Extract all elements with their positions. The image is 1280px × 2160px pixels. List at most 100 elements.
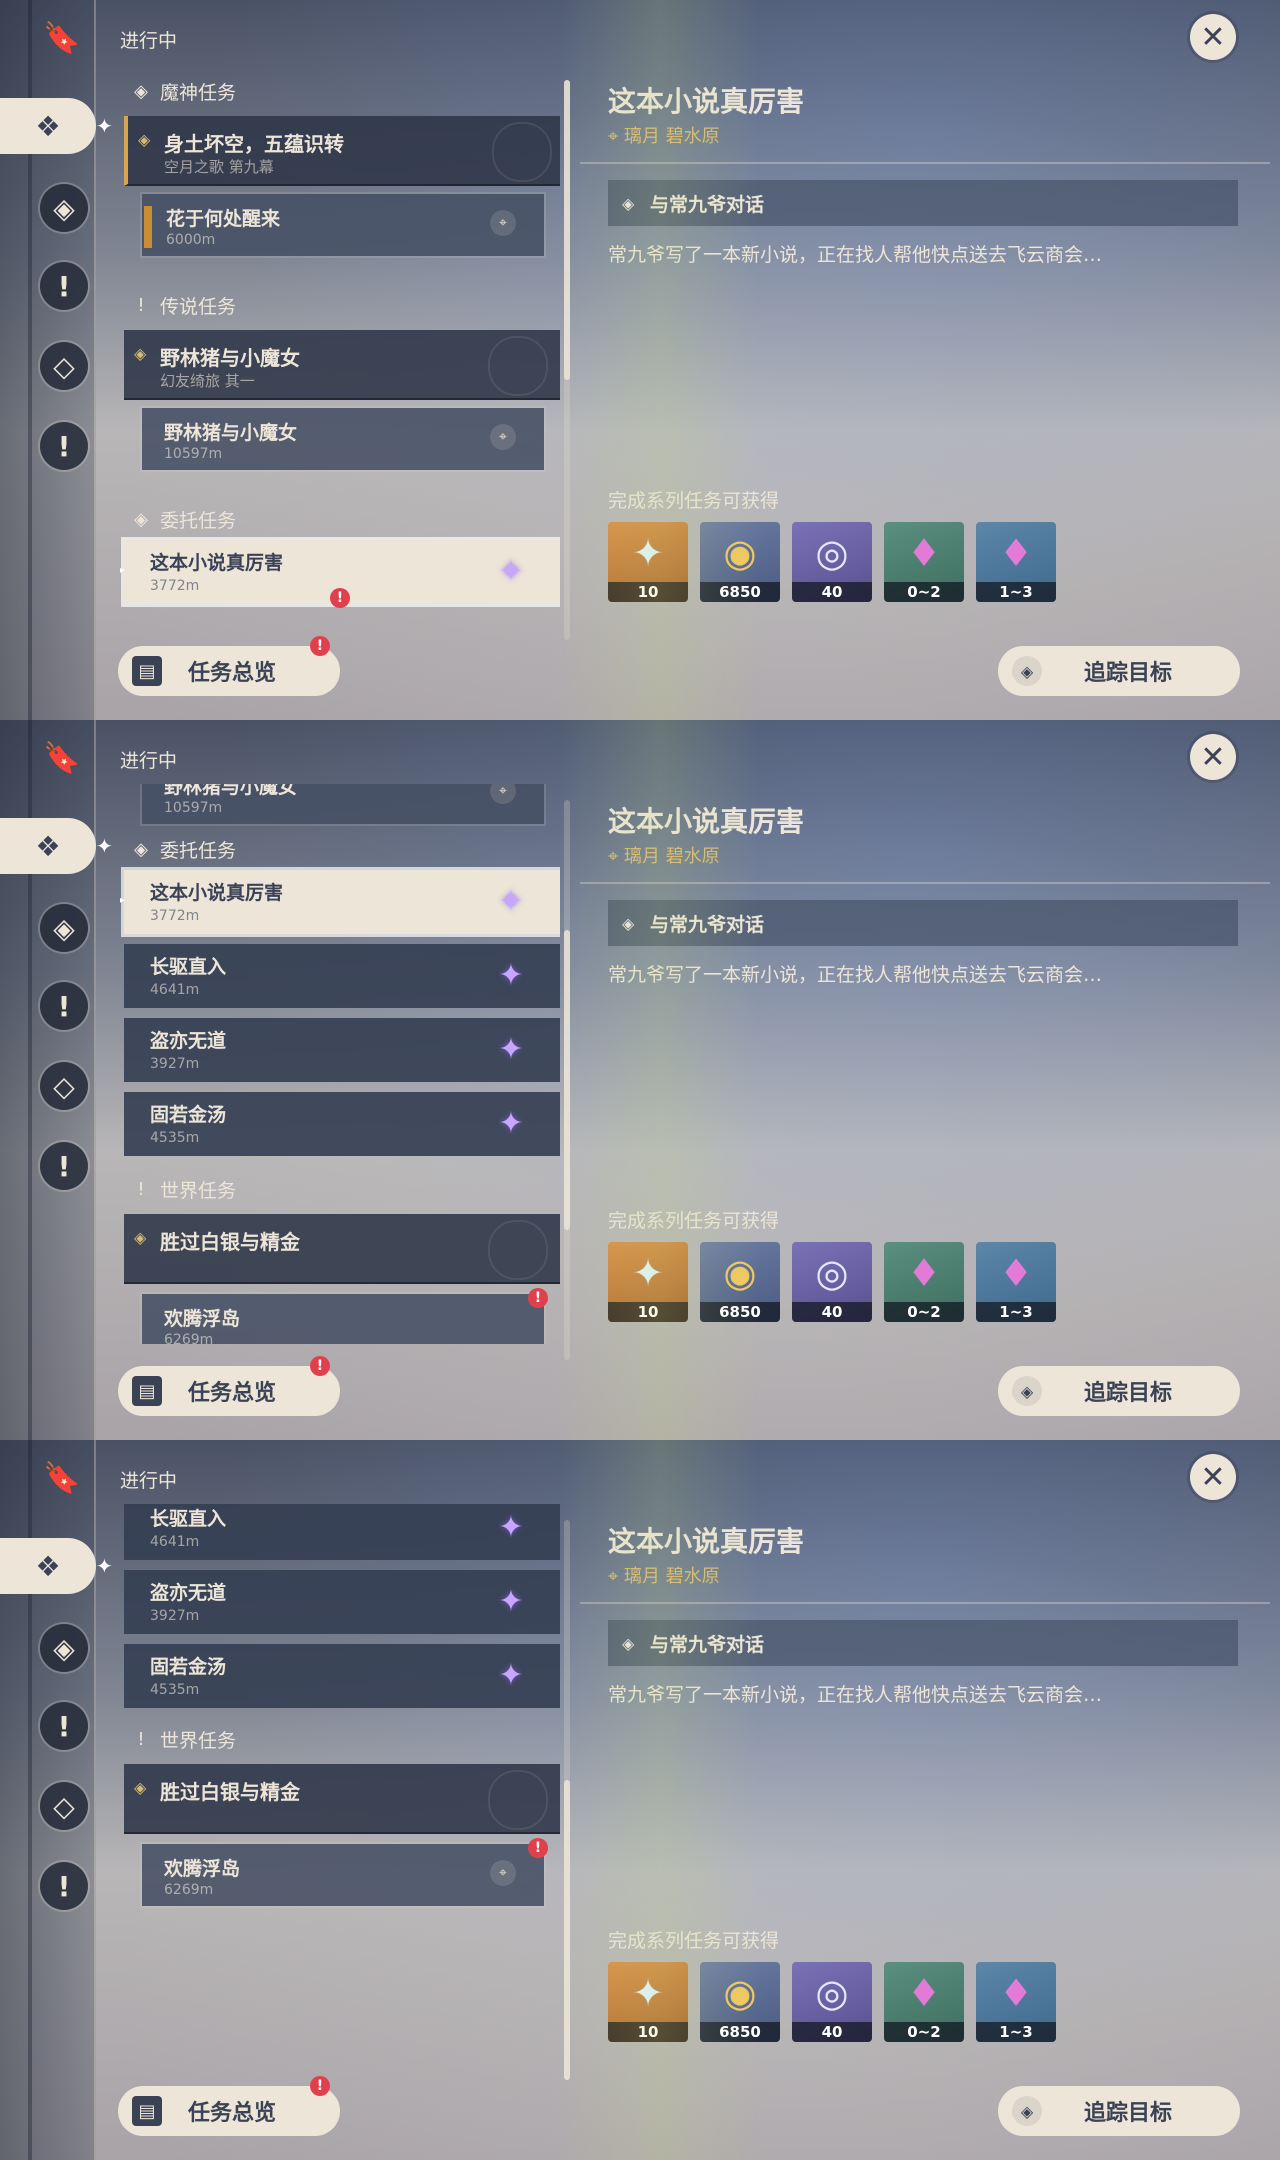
location-pin-icon: ⌖: [608, 126, 624, 147]
reward-count: 10: [608, 2022, 688, 2042]
quest-step: ◈ 与常九爷对话: [608, 900, 1238, 946]
reward-count: 6850: [700, 582, 780, 602]
quest-series-world[interactable]: ◈ 胜过白银与精金: [124, 1214, 560, 1284]
quest-distance: 3927m: [150, 1056, 200, 1072]
scrollbar[interactable]: [564, 1520, 570, 2080]
quest-item-archon[interactable]: 花于何处醒来 6000m ⌖: [142, 194, 544, 256]
quest-title: 欢腾浮岛: [164, 1858, 241, 1880]
rail-tab-legend[interactable]: !: [40, 1702, 88, 1750]
quest-series-legend[interactable]: ◈ 野林猪与小魔女 幻友绮旅 其一: [124, 330, 560, 400]
quest-item-world[interactable]: 欢腾浮岛 6269m: [142, 1294, 544, 1344]
quest-detail-title: 这本小说真厉害: [608, 1525, 805, 1558]
reward-adventure-exp[interactable]: ◎ 40: [792, 522, 872, 602]
scroll-thumb[interactable]: [564, 1780, 570, 2080]
reward-crystal-cluster[interactable]: ♦ 1~3: [976, 1962, 1056, 2042]
scrollbar[interactable]: [564, 80, 570, 640]
diamond-icon: ◈: [1012, 656, 1042, 686]
exclaim-icon: !: [57, 1149, 71, 1183]
commission-item[interactable]: 固若金汤 4535m ✦: [124, 1092, 560, 1156]
reward-crystal-cluster[interactable]: ♦ 1~3: [976, 1242, 1056, 1322]
rail-tab-archon[interactable]: ◈: [40, 184, 88, 232]
adventure-exp-icon: ◎: [815, 1251, 849, 1295]
commission-item[interactable]: 固若金汤 4535m ✦: [124, 1644, 560, 1708]
reward-primogem[interactable]: ✦ 10: [608, 1962, 688, 2042]
rail-tab-exclaim[interactable]: !: [40, 1862, 88, 1910]
alert-badge: !: [310, 2076, 330, 2096]
quest-overview-button[interactable]: ▤ 任务总览: [118, 2086, 340, 2136]
commission-item[interactable]: 盗亦无道 3927m ✦: [124, 1018, 560, 1082]
series-title: 胜过白银与精金: [160, 1780, 300, 1804]
commission-item[interactable]: 盗亦无道 3927m ✦: [124, 1570, 560, 1634]
reward-adventure-exp[interactable]: ◎ 40: [792, 1242, 872, 1322]
quest-series-world[interactable]: ◈ 胜过白银与精金: [124, 1764, 560, 1834]
reward-count: 0~2: [884, 582, 964, 602]
quest-series-archon[interactable]: ◈ 身土坏空，五蕴识转 空月之歌 第九幕: [124, 116, 560, 186]
legend-icon: !: [57, 269, 71, 303]
quest-item-legend[interactable]: 野林猪与小魔女 10597m ⌖: [142, 784, 544, 824]
rail-tab-exclaim[interactable]: !: [40, 1142, 88, 1190]
reward-primogem[interactable]: ✦ 10: [608, 522, 688, 602]
rail-tab-legend[interactable]: !: [40, 982, 88, 1030]
commission-icon: ◈: [134, 838, 148, 860]
rewards-label: 完成系列任务可获得: [608, 1930, 780, 1952]
quest-distance: 4535m: [150, 1682, 200, 1698]
reward-crystal[interactable]: ♦ 0~2: [884, 1962, 964, 2042]
track-target-button[interactable]: ◈ 追踪目标: [998, 1366, 1240, 1416]
reward-crystal-cluster[interactable]: ♦ 1~3: [976, 522, 1056, 602]
quest-overview-button[interactable]: ▤ 任务总览: [118, 1366, 340, 1416]
close-button[interactable]: ✕: [1190, 734, 1236, 780]
close-button[interactable]: ✕: [1190, 14, 1236, 60]
commission-item[interactable]: 长驱直入 4641m ✦: [124, 944, 560, 1008]
world-icon: ◇: [53, 349, 75, 383]
quest-detail-title: 这本小说真厉害: [608, 85, 805, 118]
reward-crystal[interactable]: ♦ 0~2: [884, 1242, 964, 1322]
location-pin-icon[interactable]: ⌖: [490, 1860, 516, 1886]
reward-mora[interactable]: ◉ 6850: [700, 1242, 780, 1322]
quest-title: 长驱直入: [150, 956, 227, 978]
reward-mora[interactable]: ◉ 6850: [700, 1962, 780, 2042]
scroll-thumb[interactable]: [564, 930, 570, 1230]
quest-item-world[interactable]: 欢腾浮岛 6269m ⌖: [142, 1844, 544, 1906]
diamond-icon: ◈: [622, 193, 635, 213]
divider: [580, 882, 1270, 884]
legend-icon: !: [57, 989, 71, 1023]
scroll-thumb[interactable]: [564, 80, 570, 380]
location-pin-icon[interactable]: ⌖: [490, 210, 516, 236]
rail-tab-archon[interactable]: ◈: [40, 904, 88, 952]
quest-book-icon: ▤: [132, 1376, 162, 1406]
rewards-row: ✦ 10 ◉ 6850 ◎ 40 ♦ 0~2 ♦ 1~3: [608, 1962, 1056, 2042]
quest-item-legend[interactable]: 野林猪与小魔女 10597m ⌖: [142, 408, 544, 470]
button-label: 任务总览: [188, 1381, 277, 1406]
track-target-button[interactable]: ◈ 追踪目标: [998, 646, 1240, 696]
quest-rail: 🔖 ❖ ✦ ◈ ! ◇ !: [0, 0, 113, 720]
rail-tab-world[interactable]: ◇: [40, 1062, 88, 1110]
quest-title: 盗亦无道: [150, 1030, 227, 1052]
close-button[interactable]: ✕: [1190, 1454, 1236, 1500]
track-target-button[interactable]: ◈ 追踪目标: [998, 2086, 1240, 2136]
quest-title: 这本小说真厉害: [150, 552, 284, 574]
reward-primogem[interactable]: ✦ 10: [608, 1242, 688, 1322]
rail-divider: [94, 1440, 96, 2160]
commission-icon: ❖: [35, 109, 61, 143]
rail-tab-commission[interactable]: ❖: [0, 98, 96, 154]
commission-item[interactable]: 长驱直入 4641m ✦: [124, 1504, 560, 1560]
reward-crystal[interactable]: ♦ 0~2: [884, 522, 964, 602]
close-icon: ✕: [1200, 739, 1226, 775]
location-pin-icon[interactable]: ⌖: [490, 424, 516, 450]
rail-tab-exclaim[interactable]: !: [40, 422, 88, 470]
reward-mora[interactable]: ◉ 6850: [700, 522, 780, 602]
quest-distance: 3772m: [150, 908, 200, 924]
sparkle-icon: ✦: [96, 114, 113, 138]
rail-tab-world[interactable]: ◇: [40, 1782, 88, 1830]
scrollbar[interactable]: [564, 800, 570, 1360]
status-label: 进行中: [120, 30, 178, 52]
rail-tab-world[interactable]: ◇: [40, 342, 88, 390]
location-pin-icon[interactable]: ⌖: [490, 784, 516, 804]
rail-tab-commission[interactable]: ❖: [0, 818, 96, 874]
reward-adventure-exp[interactable]: ◎ 40: [792, 1962, 872, 2042]
commission-item-selected[interactable]: ▶ 这本小说真厉害 3772m ✦: [120, 870, 560, 934]
quest-overview-button[interactable]: ▤ 任务总览: [118, 646, 340, 696]
rail-tab-commission[interactable]: ❖: [0, 1538, 96, 1594]
rail-tab-legend[interactable]: !: [40, 262, 88, 310]
rail-tab-archon[interactable]: ◈: [40, 1624, 88, 1672]
